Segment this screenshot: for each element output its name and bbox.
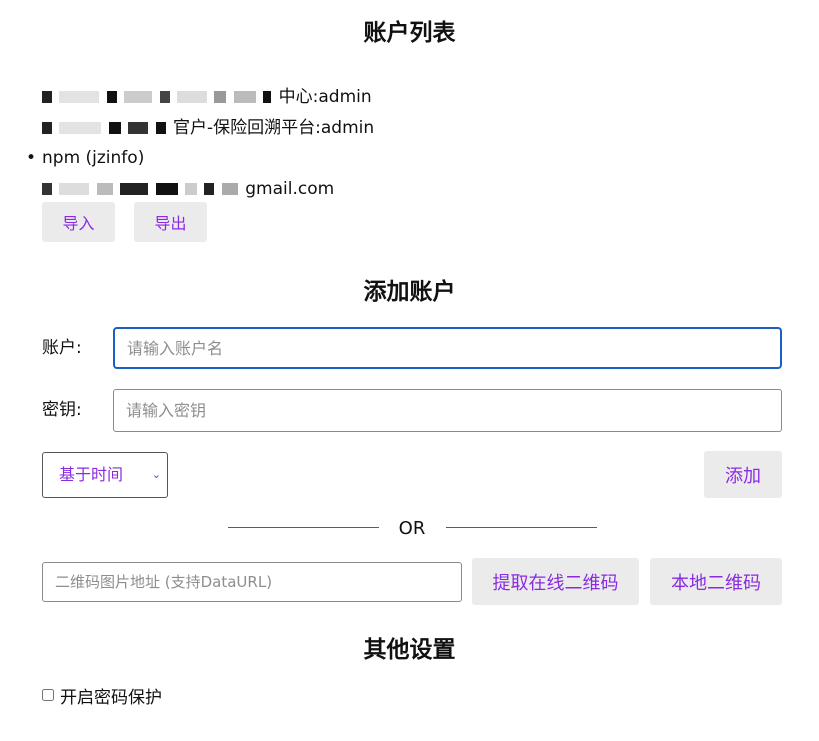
- otp-type-value: 基于时间: [59, 465, 124, 484]
- secret-key-label: 密钥:: [42, 400, 82, 420]
- mosaic-redaction: [42, 118, 173, 138]
- account-item[interactable]: npm (jzinfo): [24, 145, 374, 176]
- account-list-heading: 账户列表: [363, 20, 456, 46]
- account-item[interactable]: 中心:admin: [24, 84, 374, 115]
- add-account-heading: 添加账户: [363, 279, 456, 305]
- add-button[interactable]: 添加: [704, 451, 782, 498]
- account-label: 官户-保险回溯平台:admin: [173, 117, 375, 138]
- account-label: gmail.com: [245, 178, 335, 199]
- account-item[interactable]: 官户-保险回溯平台:admin: [24, 115, 374, 146]
- password-protection-option[interactable]: 开启密码保护: [42, 684, 162, 708]
- password-protection-checkbox[interactable]: [42, 689, 54, 701]
- mosaic-redaction: [42, 179, 245, 199]
- account-name-input[interactable]: [113, 327, 782, 369]
- other-settings-heading: 其他设置: [363, 637, 456, 663]
- account-label: 中心:admin: [278, 87, 372, 107]
- divider-line: [446, 527, 597, 528]
- password-protection-label: 开启密码保护: [60, 687, 162, 708]
- secret-key-input[interactable]: [113, 389, 782, 432]
- account-label: 账户:: [42, 338, 82, 358]
- chevron-down-icon: ⌄: [151, 468, 161, 481]
- or-divider-text: OR: [398, 518, 426, 539]
- account-list: 中心:admin 官户-保险回溯平台:admin npm (jzinfo) gm…: [24, 84, 374, 206]
- export-button[interactable]: 导出: [134, 202, 207, 242]
- account-label: npm (jzinfo): [42, 148, 145, 168]
- otp-type-select[interactable]: 基于时间 ⌄: [42, 452, 168, 498]
- local-qr-button[interactable]: 本地二维码: [650, 558, 782, 605]
- divider-line: [228, 527, 379, 528]
- qr-url-input[interactable]: [42, 562, 462, 602]
- import-button[interactable]: 导入: [42, 202, 115, 242]
- mosaic-redaction: [42, 87, 279, 107]
- fetch-online-qr-button[interactable]: 提取在线二维码: [472, 558, 639, 605]
